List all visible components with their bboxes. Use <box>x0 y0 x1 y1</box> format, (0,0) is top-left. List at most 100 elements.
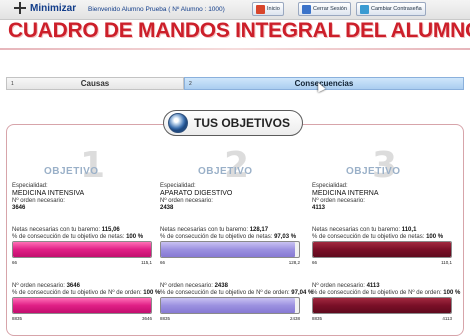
netas-needed-line: Netas necesarias con tu baremo: 115,06 <box>12 227 120 233</box>
specialty-value: MEDICINA INTERNA <box>312 190 379 197</box>
objective-card-3: 3 OBJETIVO Especialidad: MEDICINA INTERN… <box>310 145 460 335</box>
netas-needed-label: Netas necesarias con tu baremo: <box>160 227 249 233</box>
objective-heading: OBJETIVO <box>44 166 99 177</box>
objectives-header-label: TUS OBJETIVOS <box>193 116 291 130</box>
order-needed-value: 4113 <box>312 205 326 211</box>
order-bar-min: 8835 <box>12 316 23 321</box>
order-progress-bar <box>312 297 452 314</box>
objectives-header: TUS OBJETIVOS <box>163 110 303 136</box>
order-bar-min: 8835 <box>312 316 323 321</box>
order-progress-bar <box>160 297 300 314</box>
welcome-text: Bienvenido Alumno Prueba ( Nº Alumno : 1… <box>88 6 225 13</box>
title-divider <box>0 48 470 50</box>
netas-needed-value: 115,06 <box>101 227 120 233</box>
netas-needed-value: 110,1 <box>401 227 417 233</box>
order-pct-label: % de consecución de tu objetivo de Nº de… <box>312 290 442 296</box>
move-arrows-icon <box>14 2 26 14</box>
change-password-label: Cambiar Contraseña <box>371 6 422 12</box>
welcome-id: ( Nº Alumno : 1000) <box>168 6 225 13</box>
netas-pct-line: % de consecución de tu objetivo de netas… <box>12 234 143 240</box>
netas-needed-value: 128,17 <box>249 227 269 233</box>
specialty-label: Especialidad: <box>12 183 48 189</box>
order-progress-fill <box>13 298 151 313</box>
specialty-label: Especialidad: <box>312 183 348 189</box>
netas-pct-label: % de consecución de tu objetivo de netas… <box>160 234 273 240</box>
order-needed-label: Nº orden necesario: <box>12 198 65 204</box>
tab-causas[interactable]: 1 Causas <box>6 77 184 90</box>
welcome-prefix: Bienvenido <box>88 6 121 13</box>
minimize-label: Minimizar <box>30 2 77 14</box>
netas-needed-line: Netas necesarias con tu baremo: 128,17 <box>160 227 268 233</box>
netas-pct-value: 100 % <box>426 234 444 240</box>
tab-number: 1 <box>11 81 14 87</box>
home-icon <box>256 4 265 14</box>
order-needed-value-2: 3646 <box>66 283 80 289</box>
order-needed-line: Nº orden necesario: 4113 <box>312 283 380 289</box>
order-needed-label: Nº orden necesario: <box>160 198 213 204</box>
order-needed-value-2: 2438 <box>214 283 228 289</box>
tab-number: 2 <box>189 81 192 87</box>
objective-heading: OBJETIVO <box>198 166 253 177</box>
order-needed-label: Nº orden necesario: <box>312 198 365 204</box>
order-needed-label-2: Nº orden necesario: <box>160 283 213 289</box>
specialty-value: APARATO DIGESTIVO <box>160 190 233 197</box>
order-pct-value: 100 % <box>443 290 461 296</box>
change-password-button[interactable]: Cambiar Contraseña <box>356 2 426 16</box>
home-button[interactable]: Inicio <box>252 2 284 16</box>
objective-card-1: 1 OBJETIVO Especialidad: MEDICINA INTENS… <box>10 145 160 335</box>
order-needed-value-2: 4113 <box>366 283 380 289</box>
order-pct-label: % de consecución de tu objetivo de Nº de… <box>12 290 142 296</box>
netas-bar-min: 66 <box>160 260 166 265</box>
objective-heading: OBJETIVO <box>346 166 401 177</box>
netas-pct-label: % de consecución de tu objetivo de netas… <box>12 234 125 240</box>
specialty-value: MEDICINA INTENSIVA <box>12 190 85 197</box>
order-needed-value: 3646 <box>12 205 26 211</box>
netas-progress-fill <box>161 242 295 257</box>
order-needed-value: 2438 <box>160 205 174 211</box>
logout-button-label: Cerrar Sesión <box>313 6 347 12</box>
welcome-user: Alumno Prueba <box>121 6 167 13</box>
minimize-button[interactable]: Minimizar <box>14 2 76 14</box>
netas-needed-line: Netas necesarias con tu baremo: 110,1 <box>312 227 416 233</box>
order-bar-min: 8835 <box>160 316 171 321</box>
netas-bar-max: 128,2 <box>288 260 300 265</box>
netas-needed-label: Netas necesarias con tu baremo: <box>312 227 401 233</box>
order-bar-max: 2438 <box>289 316 300 321</box>
netas-pct-value: 100 % <box>126 234 144 240</box>
tab-label: Causas <box>80 79 110 88</box>
objectives-badge-icon <box>168 113 188 133</box>
netas-needed-label: Netas necesarias con tu baremo: <box>12 227 101 233</box>
netas-progress-bar <box>160 241 300 258</box>
objective-card-2: 2 OBJETIVO Especialidad: APARATO DIGESTI… <box>158 145 313 335</box>
logout-icon <box>302 4 311 14</box>
order-bar-max: 4113 <box>442 316 452 321</box>
netas-bar-min: 66 <box>312 260 318 265</box>
netas-bar-min: 66 <box>12 260 18 265</box>
netas-pct-line: % de consecución de tu objetivo de netas… <box>160 234 296 240</box>
netas-progress-fill <box>313 242 451 257</box>
order-needed-line: Nº orden necesario: 3646 <box>12 283 80 289</box>
page-title: CUADRO DE MANDOS INTEGRAL DEL ALUMNO <box>8 19 470 42</box>
order-pct-label: % de consecución de tu objetivo de Nº de… <box>160 290 290 296</box>
netas-progress-bar <box>312 241 452 258</box>
netas-pct-label: % de consecución de tu objetivo de netas… <box>312 234 425 240</box>
netas-bar-max: 110,1 <box>441 260 452 265</box>
specialty-label: Especialidad: <box>160 183 196 189</box>
tab-bar: 1 Causas 2 Consecuencias <box>6 77 464 90</box>
netas-pct-line: % de consecución de tu objetivo de netas… <box>312 234 443 240</box>
netas-pct-value: 97,03 % <box>274 234 297 240</box>
order-progress-fill <box>161 298 295 313</box>
order-progress-fill <box>313 298 451 313</box>
order-pct-line: % de consecución de tu objetivo de Nº de… <box>312 290 460 296</box>
order-progress-bar <box>12 297 152 314</box>
logout-button[interactable]: Cerrar Sesión <box>298 2 351 16</box>
order-needed-label-2: Nº orden necesario: <box>12 283 65 289</box>
order-pct-line: % de consecución de tu objetivo de Nº de… <box>12 290 160 296</box>
order-bar-max: 3646 <box>141 316 152 321</box>
netas-progress-bar <box>12 241 152 258</box>
order-needed-label-2: Nº orden necesario: <box>312 283 365 289</box>
netas-progress-fill <box>13 242 151 257</box>
key-icon <box>360 4 369 14</box>
netas-bar-max: 115,1 <box>141 260 152 265</box>
home-button-label: Inicio <box>267 6 280 12</box>
